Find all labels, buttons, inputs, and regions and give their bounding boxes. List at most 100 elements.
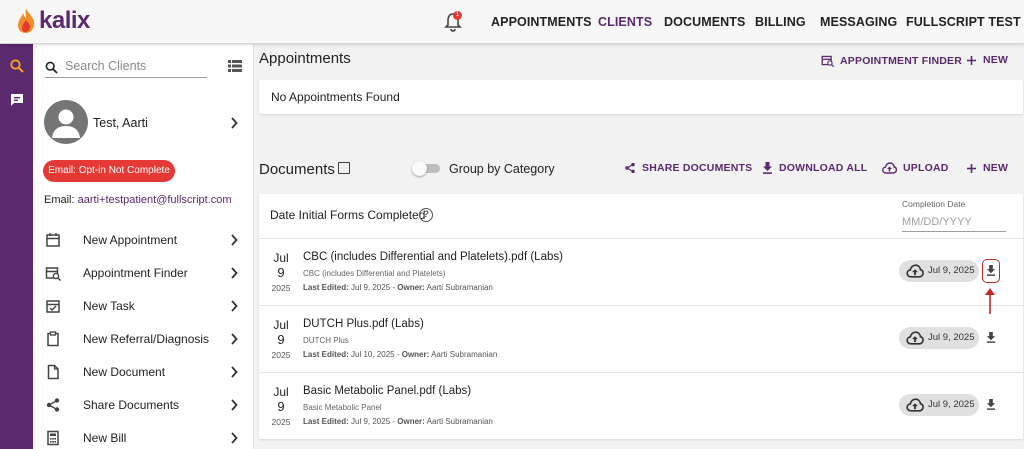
patient-name[interactable]: Test, Aarti [93,116,148,130]
nav-appointments[interactable]: APPOINTMENTS [491,0,592,44]
cloud-upload-icon [882,162,897,174]
group-by-category-label: Group by Category [449,162,555,176]
documents-card: Date Initial Forms Completed ? Completio… [259,194,1023,439]
download-button-highlighted[interactable] [982,259,1000,283]
toggle-knob[interactable] [412,161,427,176]
nav-fullscript-test[interactable]: FULLSCRIPT TEST [906,0,1021,44]
clipboard-icon [47,331,59,347]
doc-day: 9 [277,265,285,280]
uploaded-date-chip[interactable]: Jul 9, 2025 [899,260,979,282]
appointments-title: Appointments [259,50,351,67]
share-icon [46,398,60,412]
top-bar: kalix 1 APPOINTMENTS CLIENTS DOCUMENTS B… [0,0,1024,44]
appointments-card: No Appointments Found [259,80,1023,114]
menu-label: New Bill [83,431,127,445]
download-button[interactable] [982,326,1000,350]
chevron-right-icon [231,432,238,444]
doc-title[interactable]: DUTCH Plus.pdf (Labs) [303,318,424,330]
download-icon [986,332,996,343]
chevron-right-icon[interactable] [230,117,238,129]
annotation-arrow-icon [985,288,995,314]
completion-date-input[interactable]: MM/DD/YYYY [902,214,1006,232]
doc-day: 9 [277,332,285,347]
chat-icon[interactable] [9,92,25,108]
calendar-search-icon [45,267,61,281]
list-view-icon[interactable] [228,60,242,72]
download-icon [763,162,772,174]
nav-billing[interactable]: BILLING [755,0,806,44]
doc-month: Jul [273,385,289,399]
notification-badge: 1 [453,11,462,20]
uploaded-date: Jul 9, 2025 [928,265,975,276]
share-icon [625,162,635,174]
menu-label: Share Documents [83,398,180,412]
new-appointment-button[interactable]: NEW [966,54,1008,66]
person-icon [52,109,80,138]
doc-year: 2025 [271,417,291,427]
document-row[interactable]: Jul 9 2025 Basic Metabolic Panel.pdf (La… [259,372,1023,438]
chevron-right-icon [231,300,238,312]
menu-label: New Referral/Diagnosis [83,332,210,346]
menu-label: New Document [83,365,166,379]
documents-title: Documents [259,161,335,178]
uploaded-date-chip[interactable]: Jul 9, 2025 [899,394,979,416]
completion-date-label: Completion Date [902,199,966,209]
nav-messaging[interactable]: MESSAGING [820,0,897,44]
search-clients-input[interactable]: Search Clients [45,58,207,78]
client-sidebar: Search Clients Test, Aarti Email: Opt-in… [33,44,254,449]
doc-title[interactable]: Basic Metabolic Panel.pdf (Labs) [303,385,471,397]
appointment-finder-button[interactable]: APPOINTMENT FINDER [821,54,962,67]
search-icon[interactable] [9,58,25,74]
cloud-upload-icon [906,398,924,412]
chevron-right-icon [231,267,238,279]
menu-new-document[interactable]: New Document [33,356,254,389]
download-button[interactable] [982,393,1000,417]
help-icon[interactable]: ? [419,208,433,222]
doc-meta: Last Edited: Jul 9, 2025 - Owner: Aarti … [303,417,493,426]
download-icon [986,399,996,410]
document-icon [47,364,59,380]
document-row[interactable]: Jul 9 2025 DUTCH Plus.pdf (Labs) DUTCH P… [259,305,1023,371]
plus-icon [967,55,976,65]
doc-year: 2025 [271,283,291,293]
doc-day: 9 [277,399,285,414]
doc-title[interactable]: CBC (includes Differential and Platelets… [303,251,563,263]
no-appointments-text: No Appointments Found [271,90,400,104]
chevron-right-icon [231,333,238,345]
menu-new-referral-diagnosis[interactable]: New Referral/Diagnosis [33,323,254,356]
menu-new-bill[interactable]: New Bill [33,422,254,449]
uploaded-date: Jul 9, 2025 [928,399,975,410]
menu-new-task[interactable]: New Task [33,290,254,323]
upload-button[interactable]: UPLOAD [882,162,949,174]
doc-month: Jul [273,251,289,265]
download-icon [986,265,996,276]
menu-appointment-finder[interactable]: Appointment Finder [33,257,254,290]
email-label: Email: [44,194,75,206]
menu-label: New Task [83,299,135,313]
doc-meta: Last Edited: Jul 10, 2025 - Owner: Aarti… [303,350,498,359]
document-row[interactable]: Jul 9 2025 CBC (includes Differential an… [259,238,1023,304]
main-content: Appointments APPOINTMENT FINDER NEW No A… [254,44,1024,449]
flame-icon [18,9,35,33]
menu-label: Appointment Finder [83,266,188,280]
download-all-button[interactable]: DOWNLOAD ALL [762,162,867,174]
uploaded-date-chip[interactable]: Jul 9, 2025 [899,327,979,349]
new-document-button[interactable]: NEW [966,162,1008,174]
chevron-right-icon [231,366,238,378]
share-documents-button[interactable]: SHARE DOCUMENTS [624,162,752,174]
cloud-upload-icon [906,331,924,345]
nav-documents[interactable]: DOCUMENTS [664,0,745,44]
menu-share-documents[interactable]: Share Documents [33,389,254,422]
plus-icon [967,163,976,173]
kalix-logo[interactable]: kalix [16,7,90,35]
email-optin-badge[interactable]: Email: Opt-in Not Complete [43,160,175,182]
doc-subtitle: DUTCH Plus [303,336,349,345]
uploaded-date: Jul 9, 2025 [928,332,975,343]
initial-forms-label: Date Initial Forms Completed [270,208,426,222]
chevron-right-icon [231,234,238,246]
documents-select-all-checkbox[interactable] [338,162,350,174]
calculator-icon [47,430,59,446]
nav-clients[interactable]: CLIENTS [598,0,652,44]
menu-new-appointment[interactable]: New Appointment [33,224,254,257]
email-value[interactable]: aarti+testpatient@fullscript.com [78,194,232,206]
